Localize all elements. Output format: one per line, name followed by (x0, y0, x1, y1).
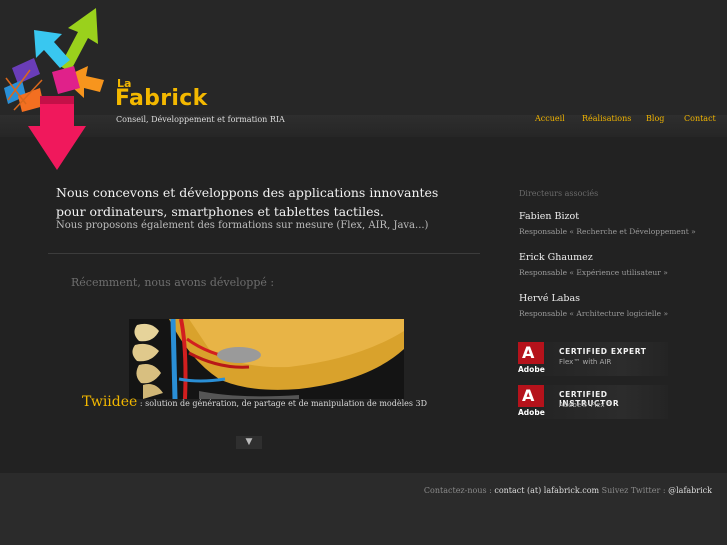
nav-accueil[interactable]: Accueil (535, 114, 565, 123)
person-name: Hervé Labas (519, 293, 581, 304)
footer-contact: Contactez-nous : contact (at) lafabrick.… (424, 486, 712, 495)
person-role: Responsable « Recherche et Développement… (519, 227, 696, 236)
project-description: : solution de génération, de partage et … (137, 399, 428, 408)
intro-headline: Nous concevons et développons des applic… (56, 185, 439, 219)
anatomy-model-icon (129, 319, 404, 399)
adobe-logo-icon: A (518, 342, 544, 364)
certified-expert-badge: A Adobe CERTIFIED EXPERT Flex™ with AIR (518, 342, 668, 376)
contact-email-link[interactable]: contact (at) lafabrick.com (494, 486, 599, 495)
brand-tagline: Conseil, Développement et formation RIA (116, 115, 285, 124)
adobe-logo-icon: A (518, 385, 544, 407)
next-project-button[interactable]: ▼ (236, 436, 262, 449)
twitter-label: Suivez Twitter : (599, 486, 669, 495)
certified-instructor-badge: A Adobe CERTIFIED INSTRUCTOR Adobe® Flex… (518, 385, 668, 419)
cert-title: CERTIFIED EXPERT (559, 347, 647, 356)
recent-heading: Récemment, nous avons développé : (71, 276, 275, 289)
nav-contact[interactable]: Contact (684, 114, 716, 123)
person-role: Responsable « Architecture logicielle » (519, 309, 669, 318)
twitter-link[interactable]: @lafabrick (668, 486, 712, 495)
brand-name[interactable]: Fabrick (115, 86, 208, 111)
person-name: Erick Ghaumez (519, 252, 593, 263)
cert-subtitle: Adobe® Flex™ (559, 401, 612, 409)
project-caption: Twiidee : solution de génération, de par… (82, 391, 427, 410)
adobe-wordmark: Adobe (518, 408, 545, 417)
project-showcase-image[interactable] (129, 319, 404, 399)
project-title[interactable]: Twiidee (82, 394, 137, 410)
person-name: Fabien Bizot (519, 211, 580, 222)
nav-realisations[interactable]: Réalisations (582, 114, 631, 123)
content-divider (48, 253, 480, 254)
contact-label: Contactez-nous : (423, 486, 495, 495)
person-role: Responsable « Expérience utilisateur » (519, 268, 668, 277)
sidebar-title: Directeurs associés (519, 189, 599, 198)
intro-subline: Nous proposons également des formations … (56, 220, 429, 231)
adobe-wordmark: Adobe (518, 365, 545, 374)
footer (0, 473, 727, 545)
logo-arrows-icon[interactable] (0, 0, 110, 172)
nav-blog[interactable]: Blog (646, 114, 664, 123)
cert-subtitle: Flex™ with AIR (559, 358, 612, 366)
